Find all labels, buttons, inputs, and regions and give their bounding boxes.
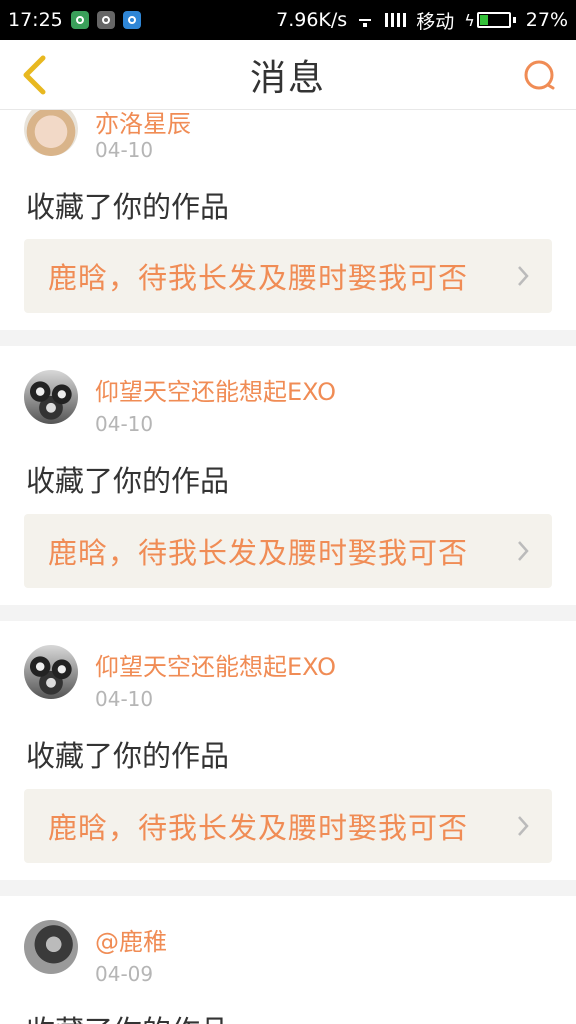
work-card[interactable]: 鹿晗，待我长发及腰时娶我可否: [24, 789, 552, 863]
carrier-label: 移动: [416, 10, 455, 33]
wifi-icon: [357, 13, 375, 27]
status-bar: 17:25 7.96K/s 移动 ϟ 27%: [0, 0, 576, 40]
download-icon: [122, 11, 141, 29]
message-date: 04-10: [95, 138, 154, 162]
username[interactable]: 仰望天空还能想起EXO: [95, 647, 336, 682]
search-button[interactable]: [522, 58, 558, 94]
username[interactable]: @鹿稚: [95, 922, 167, 957]
chevron-right-icon: [518, 266, 529, 286]
avatar[interactable]: [24, 370, 78, 424]
message-list[interactable]: 亦洛星辰 04-10 收藏了你的作品 鹿晗，待我长发及腰时娶我可否 仰望天空还能…: [0, 110, 576, 1024]
signal-icon: [385, 13, 407, 27]
shield-icon: [70, 11, 89, 29]
avatar[interactable]: [24, 920, 78, 974]
username[interactable]: 亦洛星辰: [95, 110, 191, 139]
work-card[interactable]: 鹿晗，待我长发及腰时娶我可否: [24, 239, 552, 313]
battery-percent: 27%: [525, 9, 568, 31]
network-speed: 7.96K/s: [276, 9, 348, 31]
avatar[interactable]: [24, 110, 78, 156]
action-text: 收藏了你的作品: [26, 190, 230, 224]
work-card[interactable]: 鹿晗，待我长发及腰时娶我可否: [24, 514, 552, 588]
message-date: 04-10: [95, 412, 154, 436]
list-item: 亦洛星辰 04-10 收藏了你的作品 鹿晗，待我长发及腰时娶我可否: [0, 110, 576, 330]
chevron-right-icon: [518, 816, 529, 836]
list-item: 仰望天空还能想起EXO 04-10 收藏了你的作品 鹿晗，待我长发及腰时娶我可否: [0, 621, 576, 881]
action-text: 收藏了你的作品: [26, 739, 230, 773]
search-icon: [524, 60, 555, 90]
list-item: @鹿稚 04-09 收藏了你的作品: [0, 896, 576, 1024]
message-date: 04-10: [95, 687, 154, 711]
message-date: 04-09: [95, 962, 154, 986]
back-button[interactable]: [14, 54, 54, 96]
action-text: 收藏了你的作品: [26, 1008, 229, 1024]
work-title: 鹿晗，待我长发及腰时娶我可否: [48, 811, 469, 845]
work-title: 鹿晗，待我长发及腰时娶我可否: [48, 261, 469, 295]
header: 消息: [0, 40, 576, 110]
list-item: 仰望天空还能想起EXO 04-10 收藏了你的作品 鹿晗，待我长发及腰时娶我可否: [0, 346, 576, 606]
chevron-right-icon: [518, 541, 529, 561]
page-title: 消息: [249, 57, 326, 99]
divider: [0, 605, 576, 621]
chevron-left-icon: [23, 55, 46, 95]
avatar[interactable]: [24, 645, 78, 699]
divider: [0, 880, 576, 896]
username[interactable]: 仰望天空还能想起EXO: [95, 372, 336, 407]
action-text: 收藏了你的作品: [26, 464, 230, 498]
work-title: 鹿晗，待我长发及腰时娶我可否: [48, 536, 469, 570]
app-icon: [96, 11, 115, 29]
divider: [0, 330, 576, 346]
status-time: 17:25: [8, 9, 63, 31]
battery-icon: ϟ: [464, 11, 516, 30]
